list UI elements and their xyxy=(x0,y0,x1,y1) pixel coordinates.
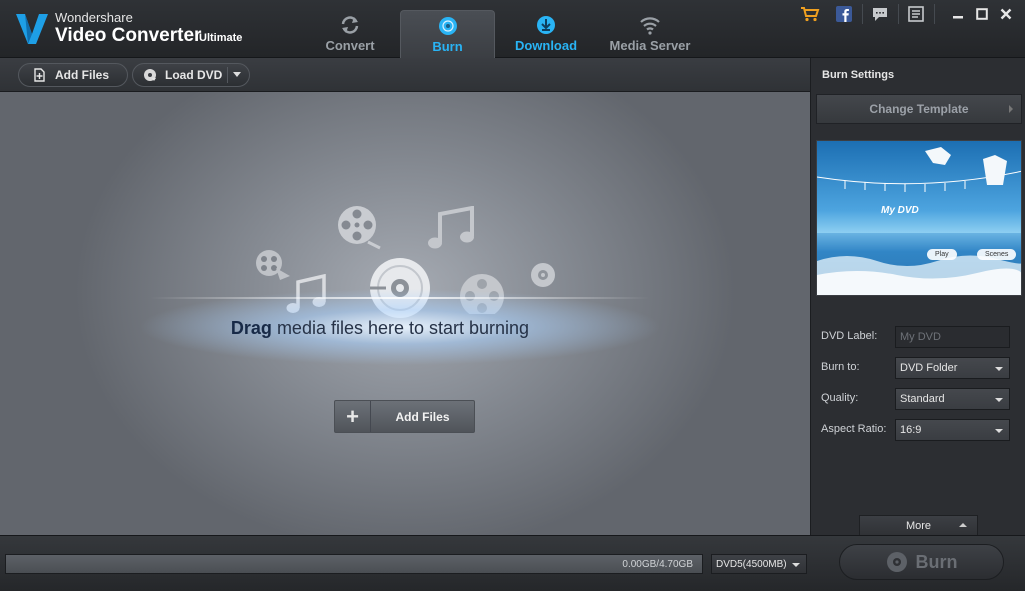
tab-convert-label: Convert xyxy=(325,38,375,53)
tab-convert[interactable]: Convert xyxy=(312,10,388,58)
chevron-down-icon xyxy=(792,563,800,567)
add-files-button[interactable]: Add Files xyxy=(18,63,128,87)
add-files-center-button[interactable]: + Add Files xyxy=(334,400,475,433)
add-files-label: Add Files xyxy=(55,68,110,82)
title-separator xyxy=(934,4,935,24)
tab-media-server-label: Media Server xyxy=(609,38,691,53)
change-template-label: Change Template xyxy=(869,102,969,116)
drop-area[interactable]: Drag media files here to start burning +… xyxy=(0,92,810,535)
chevron-down-icon xyxy=(995,398,1003,402)
wifi-icon xyxy=(640,17,660,35)
burn-to-row: Burn to: DVD Folder xyxy=(821,357,1016,379)
aspect-ratio-value: 16:9 xyxy=(900,424,922,436)
tab-burn[interactable]: Burn xyxy=(400,10,495,58)
load-dvd-divider xyxy=(227,67,228,83)
dvd-label-row: DVD Label: My DVD xyxy=(821,326,1016,348)
minimize-icon xyxy=(953,16,963,19)
chat-icon xyxy=(873,7,887,21)
disc-capacity-bar: 0.00GB/4.70GB xyxy=(5,554,703,574)
dvd-icon xyxy=(144,69,156,81)
convert-icon xyxy=(341,16,359,34)
title-separator xyxy=(862,4,863,24)
drop-instruction-bold: Drag xyxy=(230,318,272,338)
dvd-label-input[interactable]: My DVD xyxy=(895,326,1010,348)
maximize-icon xyxy=(976,8,988,20)
quality-label: Quality: xyxy=(821,392,859,404)
brand-company: Wondershare xyxy=(55,10,133,25)
disc-icon xyxy=(438,17,457,35)
minimize-button[interactable] xyxy=(948,5,968,23)
drop-highlight-line xyxy=(150,297,650,299)
chevron-down-icon xyxy=(995,367,1003,371)
add-file-icon xyxy=(34,68,45,82)
cart-icon xyxy=(801,7,820,22)
template-preview-title: My DVD xyxy=(881,205,919,216)
template-preview: My DVD Play Scenes xyxy=(816,140,1022,296)
template-artwork xyxy=(817,147,1021,295)
music-note-icon xyxy=(428,206,474,249)
burn-button[interactable]: Burn xyxy=(839,544,1004,580)
brand-product: Video Converter xyxy=(55,25,202,46)
quality-select[interactable]: Standard xyxy=(895,388,1010,410)
quality-value: Standard xyxy=(900,393,945,405)
close-button[interactable] xyxy=(996,5,1016,23)
quality-row: Quality: Standard xyxy=(821,388,1016,410)
disc-type-select[interactable]: DVD5(4500MB) xyxy=(711,554,807,574)
chevron-down-icon xyxy=(995,429,1003,433)
template-play-button: Play xyxy=(927,249,957,260)
menu-button[interactable] xyxy=(906,5,926,23)
burn-to-select[interactable]: DVD Folder xyxy=(895,357,1010,379)
disc-icon xyxy=(531,263,555,287)
aspect-ratio-label: Aspect Ratio: xyxy=(821,423,887,435)
maximize-button[interactable] xyxy=(972,5,992,23)
disc-icon xyxy=(886,552,907,572)
title-bar: Wondershare Video Converter Ultimate Con… xyxy=(0,0,1025,58)
disc-capacity-text: 0.00GB/4.70GB xyxy=(622,559,693,570)
burn-label: Burn xyxy=(915,551,958,572)
download-icon xyxy=(537,16,555,34)
plus-icon: + xyxy=(335,401,371,432)
title-separator xyxy=(898,4,899,24)
add-files-center-label: Add Files xyxy=(395,409,450,424)
aspect-ratio-row: Aspect Ratio: 16:9 xyxy=(821,419,1016,441)
chat-button[interactable] xyxy=(870,5,890,23)
load-dvd-dropdown-arrow-icon[interactable] xyxy=(233,72,241,77)
tab-burn-label: Burn xyxy=(432,39,463,54)
tab-download-label: Download xyxy=(514,38,578,53)
drop-instruction-text: media files here to start burning xyxy=(271,318,530,338)
close-icon xyxy=(1000,8,1012,20)
load-dvd-label: Load DVD xyxy=(165,68,223,82)
facebook-icon xyxy=(836,6,852,22)
cart-button[interactable] xyxy=(800,5,820,23)
burn-settings-title: Burn Settings xyxy=(822,69,895,81)
disc-type-value: DVD5(4500MB) xyxy=(716,559,787,570)
dvd-label-label: DVD Label: xyxy=(821,330,878,342)
more-label: More xyxy=(905,520,932,532)
tab-media-server[interactable]: Media Server xyxy=(600,10,700,58)
toolbar: Add Files Load DVD xyxy=(0,58,810,92)
burn-to-value: DVD Folder xyxy=(900,362,958,374)
chevron-up-icon xyxy=(959,523,967,527)
aspect-ratio-select[interactable]: 16:9 xyxy=(895,419,1010,441)
brand-edition: Ultimate xyxy=(199,32,243,44)
facebook-button[interactable] xyxy=(834,5,854,23)
template-scenes-button: Scenes xyxy=(977,249,1017,260)
film-reel-icon xyxy=(338,206,381,250)
app-logo-icon xyxy=(16,14,48,44)
change-template-button[interactable]: Change Template xyxy=(816,94,1022,124)
more-button[interactable]: More xyxy=(859,515,978,535)
tab-download[interactable]: Download xyxy=(504,10,588,58)
burn-to-label: Burn to: xyxy=(821,361,860,373)
drop-instruction: Drag media files here to start burning xyxy=(0,318,760,339)
status-bar: 0.00GB/4.70GB DVD5(4500MB) Burn xyxy=(0,535,1025,591)
chevron-right-icon xyxy=(1009,105,1013,113)
load-dvd-button[interactable]: Load DVD xyxy=(132,63,250,87)
menu-icon xyxy=(908,6,924,22)
burn-settings-panel: Burn Settings Change Template My DVD Pla… xyxy=(810,58,1025,535)
